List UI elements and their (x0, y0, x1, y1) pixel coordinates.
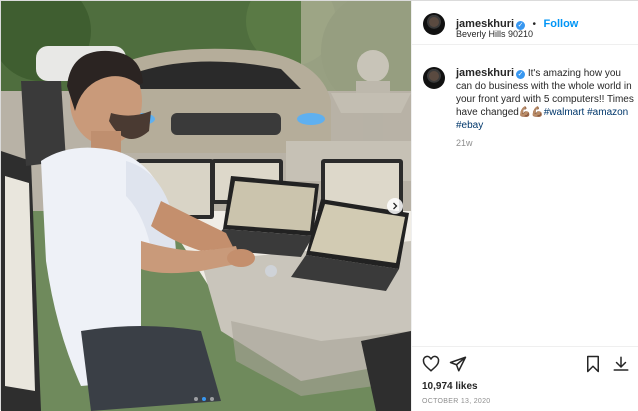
caption-time-ago[interactable]: 21w (456, 138, 473, 148)
bookmark-icon (587, 355, 599, 373)
share-button[interactable] (449, 355, 469, 375)
author-avatar[interactable] (423, 13, 445, 35)
post-location[interactable]: Beverly Hills 90210 (456, 29, 533, 39)
verified-badge-icon: ✓ (516, 70, 526, 79)
follow-button[interactable]: Follow (544, 18, 579, 30)
hashtag-walmart[interactable]: #walmart (544, 107, 585, 118)
carousel-dot (194, 397, 198, 401)
carousel-dot-active (202, 397, 206, 401)
dot-separator: • (532, 19, 537, 30)
likes-count[interactable]: 10,974 likes (422, 381, 478, 392)
carousel-indicator (194, 397, 214, 401)
download-icon (613, 356, 629, 371)
action-bar (412, 346, 638, 374)
post-side-panel: jameskhuri ✓ • Follow Beverly Hills 90210… (411, 1, 638, 411)
post-date: OCTOBER 13, 2020 (422, 398, 491, 405)
carousel-dot (210, 397, 214, 401)
carousel-next-button[interactable] (387, 198, 403, 214)
download-button[interactable] (612, 355, 632, 375)
hashtag-ebay[interactable]: #ebay (456, 120, 483, 131)
photo-illustration (1, 1, 411, 411)
caption-emoji: 💪🏽💪🏽 (518, 107, 544, 118)
instagram-post-modal: jameskhuri ✓ • Follow Beverly Hills 90210… (0, 0, 638, 411)
caption-username[interactable]: jameskhuri (456, 67, 514, 79)
post-header: jameskhuri ✓ • Follow Beverly Hills 90210 (412, 1, 638, 45)
save-button[interactable] (584, 355, 604, 375)
heart-icon (422, 355, 440, 372)
post-caption: jameskhuri ✓ It's amazing how you can do … (456, 67, 636, 132)
caption-avatar[interactable] (423, 67, 445, 89)
like-button[interactable] (422, 355, 442, 375)
hashtag-amazon[interactable]: #amazon (587, 107, 628, 118)
chevron-right-icon (393, 202, 398, 210)
post-photo[interactable] (1, 1, 411, 411)
send-icon (449, 356, 467, 372)
